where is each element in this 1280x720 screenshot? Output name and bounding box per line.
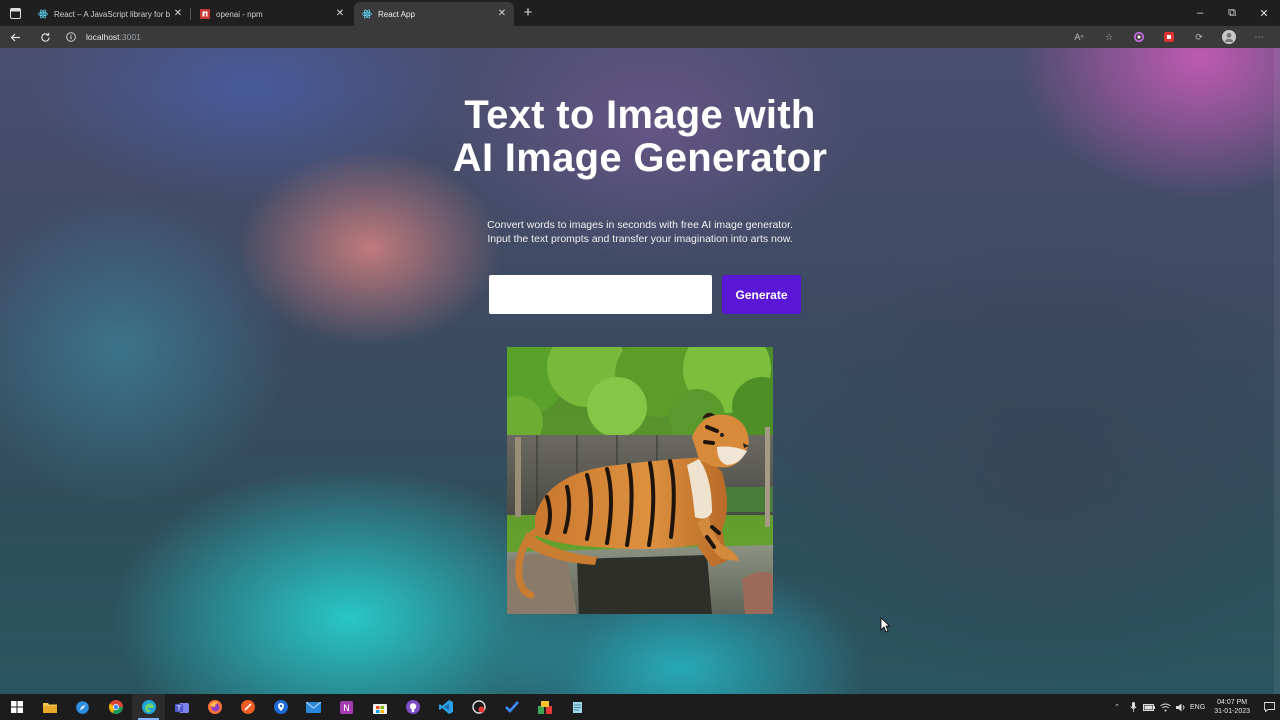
profile-avatar-icon[interactable] [1214, 26, 1244, 48]
notepad-icon[interactable] [561, 694, 594, 720]
notifications-icon[interactable] [1258, 694, 1280, 720]
windows-taskbar: T N ⌃ ENG 04:07 PM 31-01-2023 [0, 694, 1280, 720]
more-menu-icon[interactable]: ⋯ [1244, 26, 1274, 48]
refresh-icon [40, 32, 50, 42]
mouse-cursor-icon [880, 617, 891, 633]
clock[interactable]: 04:07 PM 31-01-2023 [1214, 698, 1250, 716]
browser-toolbar: localhost:3001 A» ☆ ⟳ ⋯ [0, 26, 1280, 48]
svg-text:T: T [175, 704, 181, 712]
tab-actions-icon[interactable] [0, 0, 30, 26]
subtitle-line-1: Convert words to images in seconds with … [487, 219, 793, 231]
react-icon [38, 9, 48, 19]
prompt-input[interactable] [489, 275, 712, 314]
clock-date: 31-01-2023 [1214, 708, 1250, 715]
vscode-icon[interactable] [429, 694, 462, 720]
battery-icon[interactable] [1141, 694, 1157, 720]
restore-button[interactable]: ⧉ [1216, 0, 1248, 26]
firefox-icon[interactable] [198, 694, 231, 720]
read-aloud-icon[interactable]: A» [1064, 26, 1094, 48]
minimize-button[interactable]: – [1184, 0, 1216, 26]
screen-recorder-icon[interactable] [462, 694, 495, 720]
page-scrollbar[interactable] [1274, 48, 1280, 694]
page-title: Text to Image with AI Image Generator [0, 94, 1280, 180]
tab-title: React – A JavaScript library for b [54, 9, 171, 19]
postman-icon[interactable] [231, 694, 264, 720]
tab-title: openai - npm [216, 9, 263, 19]
favorites-star-icon[interactable]: ☆ [1094, 26, 1124, 48]
sync-icon[interactable]: ⟳ [1184, 26, 1214, 48]
tab-openai-npm[interactable]: openai - npm ✕ [190, 2, 352, 26]
safari-icon[interactable] [66, 694, 99, 720]
subtitle-line-2: Input the text prompts and transfer your… [487, 233, 793, 245]
site-info-icon[interactable] [64, 30, 78, 44]
store-icon[interactable] [363, 694, 396, 720]
generated-image [507, 347, 773, 614]
tab-react-app[interactable]: React App ✕ [354, 2, 514, 26]
clock-time: 04:07 PM [1217, 699, 1248, 706]
start-icon[interactable] [0, 694, 33, 720]
title-line-1: Text to Image with [464, 93, 816, 137]
language-indicator[interactable]: ENG [1189, 694, 1206, 720]
close-tab-icon[interactable]: ✕ [334, 8, 346, 20]
react-icon [362, 9, 372, 19]
toolbar-actions: A» ☆ ⟳ ⋯ [1064, 26, 1280, 48]
edge-icon[interactable] [132, 694, 165, 720]
new-tab-button[interactable]: + [516, 2, 540, 26]
title-line-2: AI Image Generator [452, 136, 828, 180]
url-port: :3001 [119, 32, 141, 42]
todo-icon[interactable] [495, 694, 528, 720]
chrome-icon[interactable] [99, 694, 132, 720]
svg-text:N: N [343, 704, 350, 714]
microphone-icon[interactable] [1125, 694, 1141, 720]
system-tray: ⌃ ENG 04:07 PM 31-01-2023 [1109, 694, 1280, 720]
tab-react-docs[interactable]: React – A JavaScript library for b ✕ [30, 2, 190, 26]
browser-tab-strip: React – A JavaScript library for b ✕ ope… [0, 0, 1280, 26]
window-controls: – ⧉ ✕ [1184, 0, 1280, 26]
extension-icon[interactable] [1124, 26, 1154, 48]
file-explorer-icon[interactable] [33, 694, 66, 720]
volume-icon[interactable] [1173, 694, 1189, 720]
mail-icon[interactable] [297, 694, 330, 720]
close-tab-icon[interactable]: ✕ [496, 8, 508, 20]
back-arrow-icon [10, 33, 20, 41]
tab-title: React App [378, 9, 415, 19]
extension-red-icon[interactable] [1154, 26, 1184, 48]
close-tab-icon[interactable]: ✕ [172, 8, 184, 20]
onenote-icon[interactable]: N [330, 694, 363, 720]
url-host: localhost [86, 32, 120, 42]
page-subtitle: Convert words to images in seconds with … [0, 218, 1280, 246]
teams-icon[interactable]: T [165, 694, 198, 720]
npm-icon [200, 9, 210, 19]
github-icon[interactable] [396, 694, 429, 720]
address-bar[interactable]: localhost:3001 [64, 28, 1064, 46]
tiger-image [507, 347, 773, 614]
app-installer-icon[interactable] [528, 694, 561, 720]
page-viewport: Text to Image with AI Image Generator Co… [0, 48, 1280, 694]
close-window-button[interactable]: ✕ [1248, 0, 1280, 26]
refresh-button[interactable] [30, 26, 60, 48]
wifi-icon[interactable] [1157, 694, 1173, 720]
maps-icon[interactable] [264, 694, 297, 720]
show-hidden-icons-icon[interactable]: ⌃ [1109, 694, 1125, 720]
generate-button[interactable]: Generate [722, 275, 801, 314]
back-button[interactable] [0, 26, 30, 48]
